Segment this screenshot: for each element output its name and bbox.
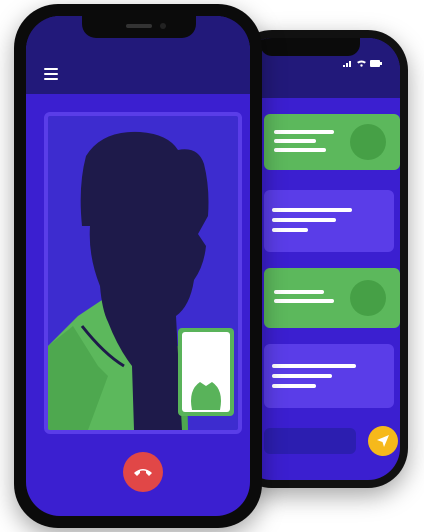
chat-thread [264, 38, 400, 458]
end-call-button[interactable] [123, 452, 163, 492]
call-screen [26, 16, 250, 516]
send-button[interactable] [368, 426, 398, 456]
message-input[interactable] [264, 428, 356, 454]
phone-hangup-icon [134, 469, 152, 476]
user-avatar-icon [182, 332, 230, 412]
chat-bubble-incoming [264, 114, 400, 170]
hamburger-menu-icon[interactable] [44, 68, 58, 80]
self-video[interactable] [178, 328, 234, 416]
paper-plane-icon [377, 435, 389, 447]
chat-bubble-outgoing [264, 190, 394, 252]
chat-screen [240, 38, 400, 480]
chat-bubble-incoming [264, 268, 400, 328]
contact-avatar [350, 124, 386, 160]
contact-avatar [350, 280, 386, 316]
call-notch [82, 16, 196, 38]
chat-bubble-outgoing [264, 344, 394, 408]
call-phone [14, 4, 262, 528]
